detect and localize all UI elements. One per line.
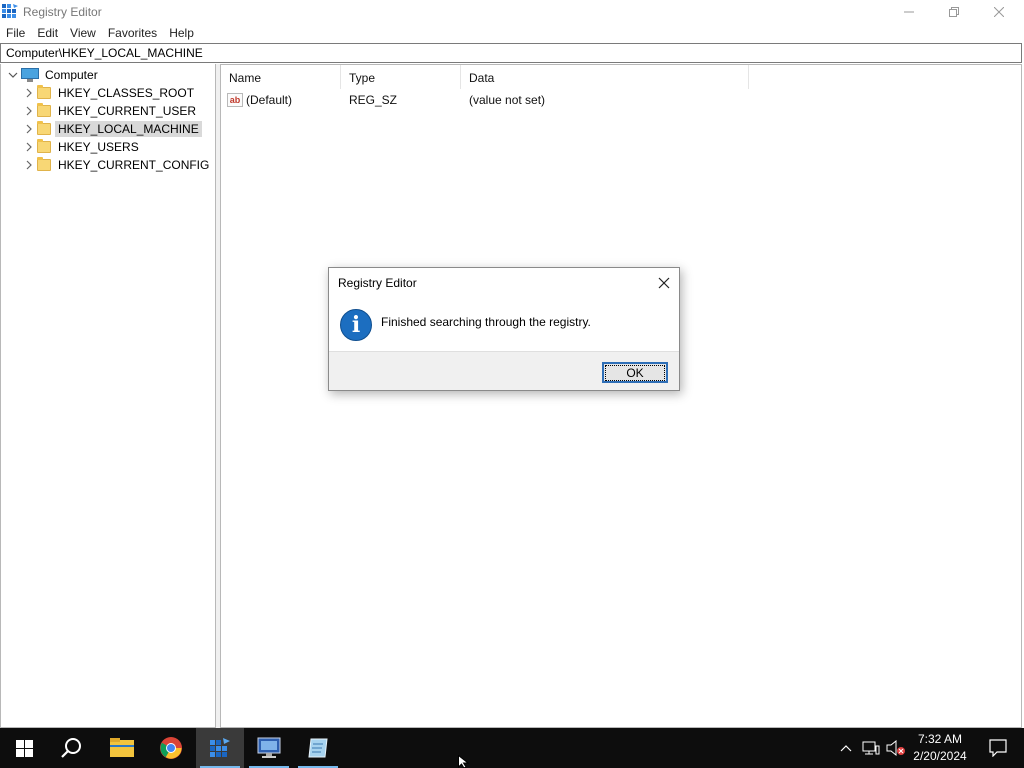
close-icon xyxy=(658,277,670,289)
chevron-right-icon[interactable] xyxy=(23,102,35,120)
window-title: Registry Editor xyxy=(23,5,102,19)
tree-item-label: HKEY_CURRENT_CONFIG xyxy=(58,158,210,172)
title-bar[interactable]: Registry Editor xyxy=(0,0,1024,23)
list-header: Name Type Data xyxy=(221,65,749,89)
column-header-type[interactable]: Type xyxy=(341,65,461,89)
string-value-icon: ab xyxy=(227,93,243,107)
remote-desktop-icon xyxy=(257,737,281,758)
folder-icon xyxy=(37,103,51,117)
restore-icon xyxy=(949,6,959,17)
ok-button[interactable]: OK xyxy=(602,362,668,383)
restore-button[interactable] xyxy=(931,0,977,23)
tree-item-hkey-users[interactable]: HKEY_USERS xyxy=(23,138,142,156)
menu-bar: File Edit View Favorites Help xyxy=(0,23,1024,43)
address-path: Computer\HKEY_LOCAL_MACHINE xyxy=(6,46,203,60)
message-dialog: Registry Editor i Finished searching thr… xyxy=(328,267,680,391)
close-button[interactable] xyxy=(976,0,1022,23)
dialog-message: Finished searching through the registry. xyxy=(381,315,591,329)
value-type: REG_SZ xyxy=(349,93,398,107)
show-hidden-icons-button[interactable] xyxy=(836,728,856,768)
start-button[interactable] xyxy=(0,728,48,768)
volume-tray-button[interactable] xyxy=(884,728,908,768)
registry-editor-taskbar-button[interactable] xyxy=(196,728,244,768)
close-icon xyxy=(994,6,1004,17)
mouse-cursor-icon xyxy=(458,755,470,768)
network-tray-button[interactable] xyxy=(858,728,884,768)
chevron-right-icon[interactable] xyxy=(23,120,35,138)
dialog-title: Registry Editor xyxy=(338,276,417,290)
list-item[interactable]: ab (Default) REG_SZ (value not set) xyxy=(221,91,661,109)
windows-logo-icon xyxy=(15,739,33,757)
values-list: Name Type Data ab (Default) REG_SZ (valu… xyxy=(220,64,1022,728)
remote-desktop-button[interactable] xyxy=(245,728,293,768)
taskbar: 7:32 AM 2/20/2024 xyxy=(0,728,1024,768)
minimize-icon xyxy=(904,11,914,12)
value-data: (value not set) xyxy=(469,93,546,107)
volume-muted-icon xyxy=(886,740,905,756)
chevron-right-icon[interactable] xyxy=(23,156,35,174)
registry-editor-icon xyxy=(2,4,18,18)
chevron-down-icon[interactable] xyxy=(7,66,19,84)
address-bar[interactable]: Computer\HKEY_LOCAL_MACHINE xyxy=(0,43,1022,63)
column-header-data[interactable]: Data xyxy=(461,65,749,89)
dialog-close-button[interactable] xyxy=(649,272,679,294)
tree-item-label: HKEY_USERS xyxy=(58,140,139,154)
registry-editor-window: Registry Editor File Edit View Favorites… xyxy=(0,0,1024,728)
registry-editor-icon xyxy=(210,738,230,757)
tree-item-hkey-current-user[interactable]: HKEY_CURRENT_USER xyxy=(23,102,199,120)
tree-item-hkey-local-machine[interactable]: HKEY_LOCAL_MACHINE xyxy=(23,120,202,138)
folder-icon xyxy=(37,85,51,99)
notification-center-icon xyxy=(989,739,1007,757)
tree-item-label: HKEY_CLASSES_ROOT xyxy=(58,86,195,100)
network-icon xyxy=(862,741,880,755)
notifications-button[interactable] xyxy=(976,728,1020,768)
menu-edit[interactable]: Edit xyxy=(31,23,64,43)
tree-item-label: Computer xyxy=(45,68,98,82)
chevron-right-icon[interactable] xyxy=(23,138,35,156)
clock-date: 2/20/2024 xyxy=(913,749,967,763)
search-button[interactable] xyxy=(48,728,96,768)
file-explorer-button[interactable] xyxy=(98,728,146,768)
folder-icon xyxy=(37,157,51,171)
notepad-button[interactable] xyxy=(294,728,342,768)
menu-favorites[interactable]: Favorites xyxy=(102,23,163,43)
chevron-up-icon xyxy=(840,745,852,752)
clock-button[interactable]: 7:32 AM 2/20/2024 xyxy=(908,728,972,768)
minimize-button[interactable] xyxy=(886,0,932,23)
notepad-icon xyxy=(308,738,328,758)
menu-help[interactable]: Help xyxy=(163,23,200,43)
value-name: (Default) xyxy=(246,93,293,107)
tree-pane: Computer HKEY_CLASSES_ROOT HKEY_CURRENT_… xyxy=(0,64,216,728)
tree-item-label: HKEY_CURRENT_USER xyxy=(58,104,197,118)
tree-item-label: HKEY_LOCAL_MACHINE xyxy=(55,121,202,137)
tree-item-hkey-classes-root[interactable]: HKEY_CLASSES_ROOT xyxy=(23,84,197,102)
chrome-icon xyxy=(160,737,182,759)
information-icon: i xyxy=(340,309,372,341)
folder-icon xyxy=(37,139,51,153)
file-explorer-icon xyxy=(110,738,134,757)
search-icon xyxy=(61,738,81,758)
menu-file[interactable]: File xyxy=(0,23,31,43)
tree-item-hkey-current-config[interactable]: HKEY_CURRENT_CONFIG xyxy=(23,156,212,174)
menu-view[interactable]: View xyxy=(64,23,102,43)
computer-icon xyxy=(21,68,39,82)
tree-item-computer[interactable]: Computer xyxy=(7,66,101,84)
chevron-right-icon[interactable] xyxy=(23,84,35,102)
dialog-footer: OK xyxy=(329,351,679,390)
chrome-button[interactable] xyxy=(147,728,195,768)
folder-icon xyxy=(37,121,51,135)
clock-time: 7:32 AM xyxy=(917,732,963,746)
ok-button-label: OK xyxy=(605,364,665,381)
column-header-name[interactable]: Name xyxy=(221,65,341,89)
